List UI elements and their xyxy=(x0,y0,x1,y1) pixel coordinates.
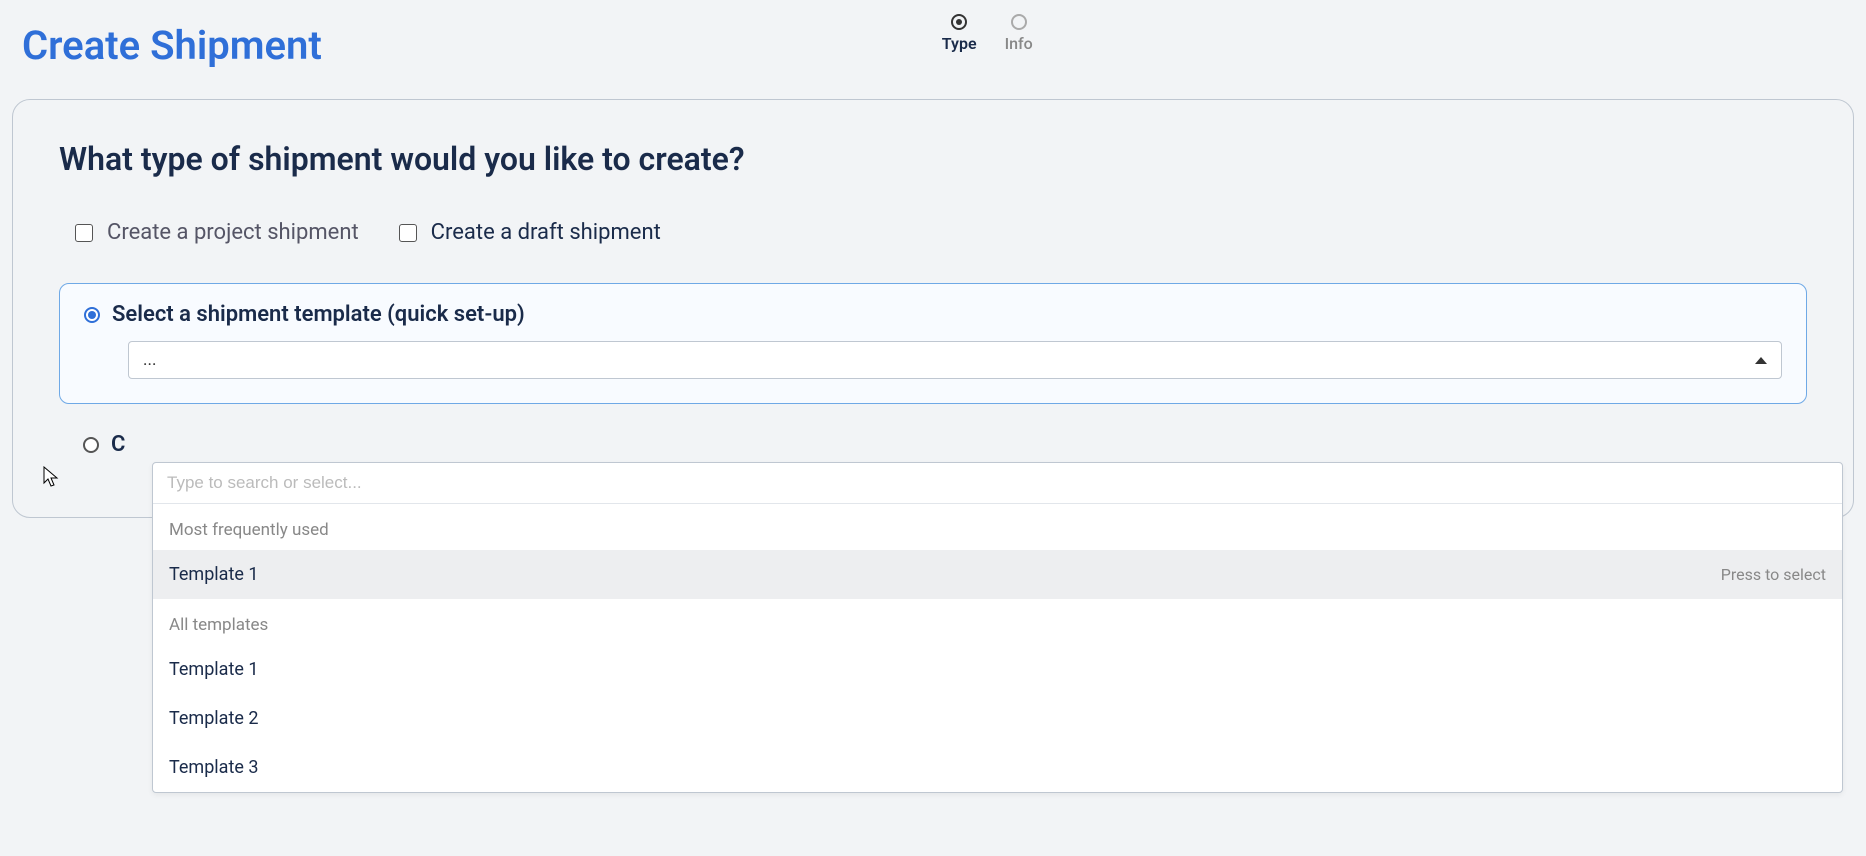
shipment-type-panel: What type of shipment would you like to … xyxy=(12,99,1854,518)
dropdown-search-row xyxy=(153,463,1842,504)
radio-template-label: Select a shipment template (quick set-up… xyxy=(112,302,525,327)
dropdown-item-label: Template 3 xyxy=(169,757,259,778)
template-select-value: ... xyxy=(143,350,156,370)
chevron-up-icon xyxy=(1755,357,1767,364)
dropdown-item-frequent-0[interactable]: Template 1 Press to select xyxy=(153,550,1842,599)
page-title: Create Shipment xyxy=(22,22,322,69)
checkbox-draft-label: Create a draft shipment xyxy=(431,220,661,245)
checkbox-icon xyxy=(399,224,417,242)
checkbox-icon xyxy=(75,224,93,242)
stepper: Type Info xyxy=(942,14,1033,53)
radio-other-option[interactable]: C xyxy=(83,432,1807,457)
template-dropdown: Most frequently used Template 1 Press to… xyxy=(152,462,1843,793)
template-select[interactable]: ... xyxy=(128,341,1782,379)
dropdown-item-all-2[interactable]: Template 3 xyxy=(153,743,1842,792)
radio-select-template[interactable]: Select a shipment template (quick set-up… xyxy=(84,302,1782,327)
dropdown-search-input[interactable] xyxy=(167,473,1828,493)
radio-other-label-partial: C xyxy=(111,432,125,457)
dropdown-item-all-1[interactable]: Template 2 xyxy=(153,694,1842,743)
step-info[interactable]: Info xyxy=(1005,14,1033,53)
step-type-label: Type xyxy=(942,34,977,53)
radio-icon xyxy=(83,437,99,453)
panel-heading: What type of shipment would you like to … xyxy=(59,140,1807,178)
checkbox-draft-shipment[interactable]: Create a draft shipment xyxy=(399,220,661,245)
dropdown-item-label: Template 2 xyxy=(169,708,259,729)
dropdown-item-all-0[interactable]: Template 1 xyxy=(153,645,1842,694)
radio-icon xyxy=(84,307,100,323)
cursor-icon xyxy=(43,466,61,488)
step-type-radio-icon xyxy=(951,14,967,30)
template-block: Select a shipment template (quick set-up… xyxy=(59,283,1807,404)
step-type[interactable]: Type xyxy=(942,14,977,53)
dropdown-item-label: Template 1 xyxy=(169,564,259,585)
dropdown-group-frequent: Most frequently used xyxy=(153,504,1842,550)
step-info-radio-icon xyxy=(1011,14,1027,30)
dropdown-group-all: All templates xyxy=(153,599,1842,645)
dropdown-item-hint: Press to select xyxy=(1721,565,1826,584)
checkbox-project-shipment[interactable]: Create a project shipment xyxy=(75,220,359,245)
checkbox-project-label: Create a project shipment xyxy=(107,220,359,245)
step-info-label: Info xyxy=(1005,34,1033,53)
dropdown-item-label: Template 1 xyxy=(169,659,259,680)
